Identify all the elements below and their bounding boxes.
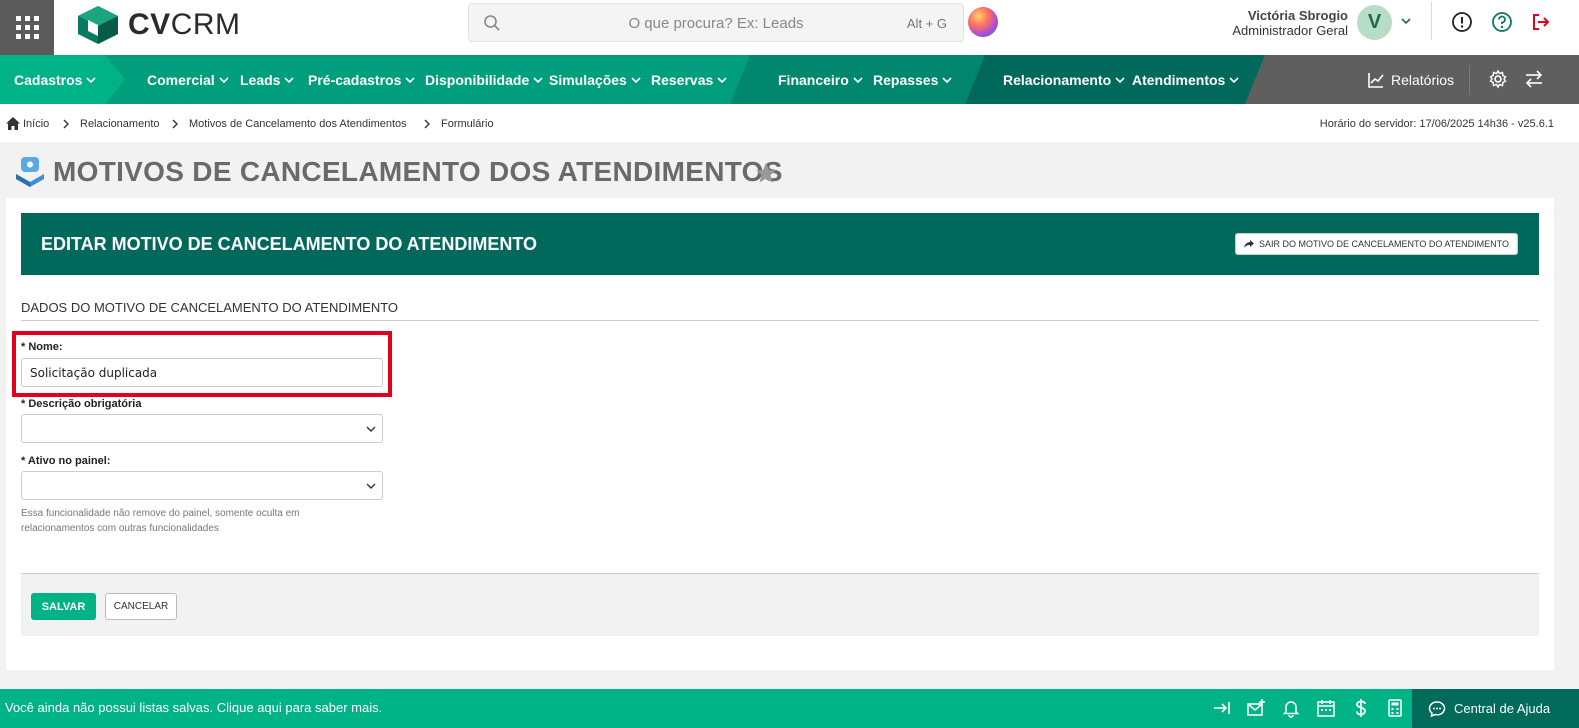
calendar-icon[interactable] xyxy=(1316,698,1336,718)
chevron-down-icon xyxy=(533,76,543,83)
nav-atendimentos[interactable]: Atendimentos xyxy=(1132,55,1239,104)
chevron-down-icon xyxy=(366,483,376,489)
chevron-down-icon xyxy=(942,76,952,83)
gear-icon[interactable] xyxy=(1488,69,1508,89)
page-title: MOTIVOS DE CANCELAMENTO DOS ATENDIMENTOS xyxy=(53,156,783,187)
main-navigation: Cadastros Comercial Leads Pré-cadastros … xyxy=(0,55,1579,104)
form-title: EDITAR MOTIVO DE CANCELAMENTO DO ATENDIM… xyxy=(41,234,538,254)
chevron-down-icon xyxy=(1229,76,1239,83)
nav-comercial[interactable]: Comercial xyxy=(147,55,229,104)
swap-arrows-icon[interactable] xyxy=(1524,69,1544,89)
form-actions: SALVAR CANCELAR xyxy=(21,573,1539,636)
chart-line-icon xyxy=(1368,72,1384,88)
assistant-orb-icon[interactable] xyxy=(968,7,998,37)
chat-bubble-icon xyxy=(1428,700,1446,717)
nav-relatorios[interactable]: Relatórios xyxy=(1367,55,1454,104)
chevron-down-icon xyxy=(219,76,229,83)
section-title: DADOS DO MOTIVO DE CANCELAMENTO DO ATEND… xyxy=(21,300,399,315)
chevron-down-icon[interactable] xyxy=(1400,15,1412,27)
nome-input[interactable] xyxy=(21,358,383,387)
chevron-down-icon xyxy=(284,76,295,83)
saved-lists-message[interactable]: Você ainda não possui listas salvas. Cli… xyxy=(5,700,382,715)
user-role: Administrador Geral xyxy=(1232,23,1348,38)
cvcrm-logo[interactable]: CVCRM xyxy=(78,5,241,45)
chevron-down-icon xyxy=(405,76,415,83)
chevron-down-icon xyxy=(717,76,727,83)
user-info[interactable]: Victória Sbrogio Administrador Geral xyxy=(1232,8,1348,38)
user-name: Victória Sbrogio xyxy=(1247,8,1348,23)
global-search[interactable]: O que procura? Ex: Leads Alt + G xyxy=(468,3,964,42)
nav-leads[interactable]: Leads xyxy=(240,55,295,104)
help-icon[interactable] xyxy=(1491,11,1513,33)
chat-support-icon xyxy=(16,157,44,187)
star-icon[interactable] xyxy=(755,162,777,184)
breadcrumb-formulario: Formulário xyxy=(441,118,494,130)
cancel-button[interactable]: CANCELAR xyxy=(105,593,177,620)
bell-icon[interactable] xyxy=(1281,698,1301,718)
server-time: Horário do servidor: 17/06/2025 14h36 - … xyxy=(1319,118,1554,130)
exit-form-button[interactable]: SAIR DO MOTIVO DE CANCELAMENTO DO ATENDI… xyxy=(1234,233,1518,255)
chevron-right-icon xyxy=(63,119,69,129)
nav-repasses[interactable]: Repasses xyxy=(873,55,952,104)
nav-pre-cadastros[interactable]: Pré-cadastros xyxy=(308,55,415,104)
grid-icon xyxy=(15,16,39,39)
nav-cadastros[interactable]: Cadastros xyxy=(14,55,97,104)
nav-financeiro[interactable]: Financeiro xyxy=(778,55,863,104)
search-shortcut: Alt + G xyxy=(906,16,947,31)
nav-simulacoes[interactable]: Simulações xyxy=(549,55,641,104)
breadcrumb-motivos[interactable]: Motivos de Cancelamento dos Atendimentos xyxy=(189,118,407,130)
chevron-right-icon xyxy=(172,119,178,129)
nav-disponibilidade[interactable]: Disponibilidade xyxy=(425,55,543,104)
chevron-down-icon xyxy=(853,76,863,83)
avatar[interactable]: V xyxy=(1357,5,1392,40)
breadcrumb-inicio[interactable]: Início xyxy=(23,118,49,130)
calculator-icon[interactable] xyxy=(1385,698,1405,718)
apps-menu-button[interactable] xyxy=(0,0,54,55)
top-header: CVCRM O que procura? Ex: Leads Alt + G V… xyxy=(0,0,1579,55)
ativo-select[interactable] xyxy=(21,471,383,500)
logo-text: CVCRM xyxy=(128,8,241,41)
nome-label: * Nome: xyxy=(21,341,63,353)
cvcrm-logo-icon xyxy=(78,6,118,44)
chevron-down-icon xyxy=(366,426,376,432)
share-arrow-icon xyxy=(1243,240,1254,248)
info-icon[interactable] xyxy=(1451,11,1473,33)
form-header: EDITAR MOTIVO DE CANCELAMENTO DO ATENDIM… xyxy=(21,213,1539,275)
mail-add-icon[interactable] xyxy=(1246,698,1266,718)
chevron-right-icon xyxy=(424,119,430,129)
save-button[interactable]: SALVAR xyxy=(31,593,96,620)
breadcrumb-relacionamento[interactable]: Relacionamento xyxy=(80,118,160,130)
descricao-label: * Descrição obrigatória xyxy=(21,398,142,410)
nav-separator xyxy=(1469,65,1470,95)
logout-icon[interactable] xyxy=(1530,11,1552,33)
ativo-label: * Ativo no painel: xyxy=(21,455,111,467)
dollar-icon[interactable] xyxy=(1351,698,1371,718)
chevron-down-icon xyxy=(631,76,641,83)
ativo-help-text: Essa funcionalidade não remove do painel… xyxy=(21,508,300,534)
header-divider xyxy=(1431,2,1432,40)
section-divider xyxy=(21,320,1539,321)
bottom-bar: Você ainda não possui listas salvas. Cli… xyxy=(0,689,1579,728)
descricao-select[interactable] xyxy=(21,414,383,443)
collapse-right-icon[interactable] xyxy=(1212,698,1232,718)
home-icon[interactable] xyxy=(6,117,20,130)
chevron-down-icon xyxy=(1115,76,1125,83)
nav-relacionamento[interactable]: Relacionamento xyxy=(1003,55,1125,104)
breadcrumb: Início Relacionamento Motivos de Cancela… xyxy=(0,104,1579,142)
search-placeholder: O que procura? Ex: Leads xyxy=(628,15,804,32)
chevron-down-icon xyxy=(86,76,97,83)
nav-reservas[interactable]: Reservas xyxy=(651,55,727,104)
help-center-button[interactable]: Central de Ajuda xyxy=(1412,689,1579,728)
